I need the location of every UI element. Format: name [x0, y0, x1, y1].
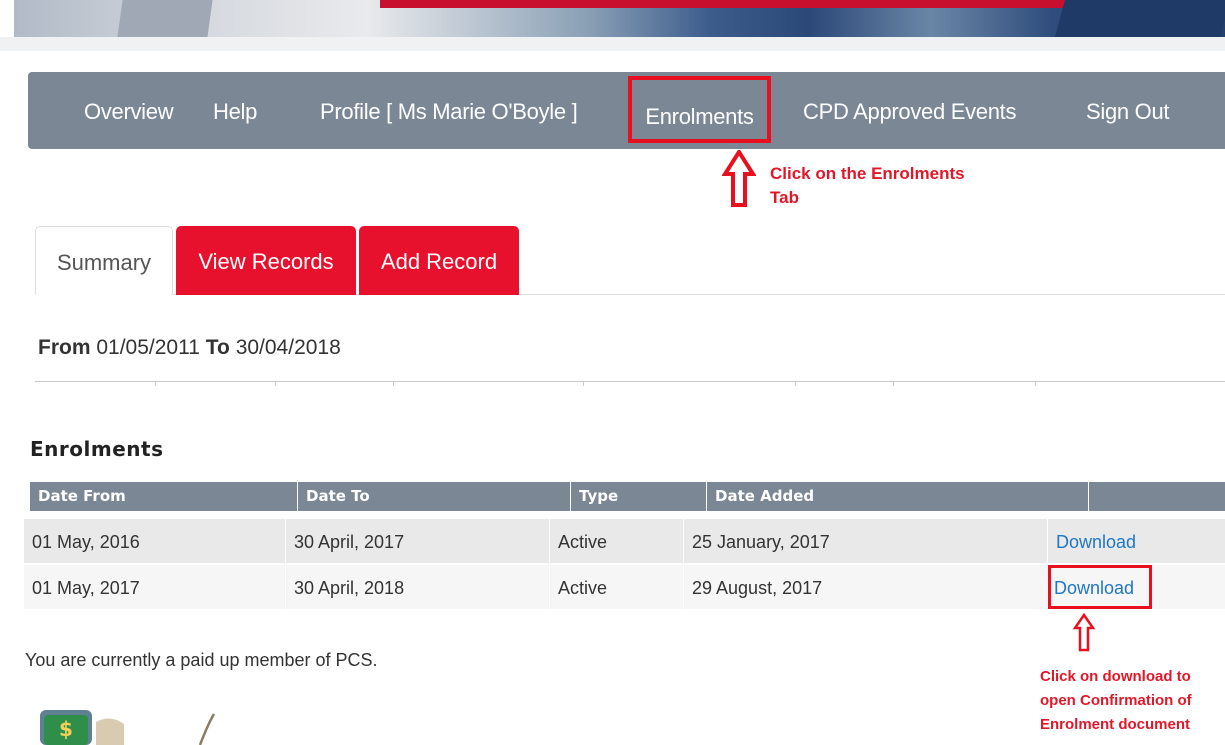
- nav-profile[interactable]: Profile [ Ms Marie O'Boyle ]: [320, 72, 578, 149]
- table-row: 01 May, 2016 30 April, 2017 Active 25 Ja…: [24, 519, 1225, 563]
- tab-add-record[interactable]: Add Record: [359, 226, 519, 295]
- nav-help[interactable]: Help: [213, 72, 257, 149]
- cell-date-added: 29 August, 2017: [684, 565, 1048, 609]
- column-header[interactable]: Date To: [298, 482, 571, 511]
- column-header: [1089, 482, 1225, 511]
- cell-type: Active: [550, 519, 684, 563]
- pcs-logo: $: [40, 710, 215, 745]
- banner-gap: [0, 37, 1225, 51]
- enrolments-heading: Enrolments: [30, 437, 164, 461]
- cell-date-from: 01 May, 2017: [24, 565, 286, 609]
- cell-date-to: 30 April, 2017: [286, 519, 550, 563]
- from-value: 01/05/2011: [96, 336, 200, 359]
- table-row: 01 May, 2017 30 April, 2018 Active 29 Au…: [24, 565, 1225, 609]
- membership-status-message: You are currently a paid up member of PC…: [25, 650, 378, 670]
- to-value: 30/04/2018: [235, 336, 341, 359]
- annotation-line: Click on download to: [1040, 668, 1191, 685]
- tab-view-records[interactable]: View Records: [176, 226, 356, 295]
- from-label: From: [38, 336, 91, 359]
- column-header[interactable]: Type: [571, 482, 707, 511]
- annotation-download: Click on download to open Confirmation o…: [1040, 665, 1225, 737]
- summary-table-edge: [35, 381, 1225, 386]
- cell-date-to: 30 April, 2018: [286, 565, 550, 609]
- date-range: From 01/05/2011 To 30/04/2018: [38, 336, 341, 360]
- annotation-arrow-up-icon: [722, 150, 756, 207]
- tab-summary[interactable]: Summary: [35, 226, 173, 295]
- annotation-line: Enrolment document: [1040, 716, 1191, 733]
- cell-date-from: 01 May, 2016: [24, 519, 286, 563]
- nav-enrolments[interactable]: Enrolments: [628, 76, 771, 143]
- header-banner-image: [0, 0, 1225, 37]
- svg-text:$: $: [59, 717, 73, 741]
- cell-type: Active: [550, 565, 684, 609]
- download-link[interactable]: Download: [1056, 532, 1136, 552]
- nav-sign-out[interactable]: Sign Out: [1086, 72, 1170, 149]
- column-header[interactable]: Date Added: [707, 482, 1089, 511]
- to-label: To: [205, 336, 230, 359]
- annotation-arrow-up-icon: [1072, 613, 1096, 652]
- download-link[interactable]: Download: [1054, 578, 1134, 598]
- annotation-line: open Confirmation of: [1040, 692, 1192, 709]
- nav-overview[interactable]: Overview: [84, 72, 174, 149]
- annotation-enrolments-tab: Click on the Enrolments Tab: [770, 162, 1030, 210]
- annotation-line: Tab: [770, 188, 799, 207]
- cell-action: Download: [1048, 519, 1225, 563]
- enrolments-table-header: Date From Date To Type Date Added: [30, 482, 1225, 511]
- annotation-line: Click on the Enrolments: [770, 164, 965, 183]
- cell-date-added: 25 January, 2017: [684, 519, 1048, 563]
- main-nav: Overview Help Profile [ Ms Marie O'Boyle…: [28, 72, 1225, 149]
- nav-cpd-approved-events[interactable]: CPD Approved Events: [803, 72, 1017, 149]
- download-highlight-box: Download: [1048, 565, 1152, 609]
- column-header[interactable]: Date From: [30, 482, 298, 511]
